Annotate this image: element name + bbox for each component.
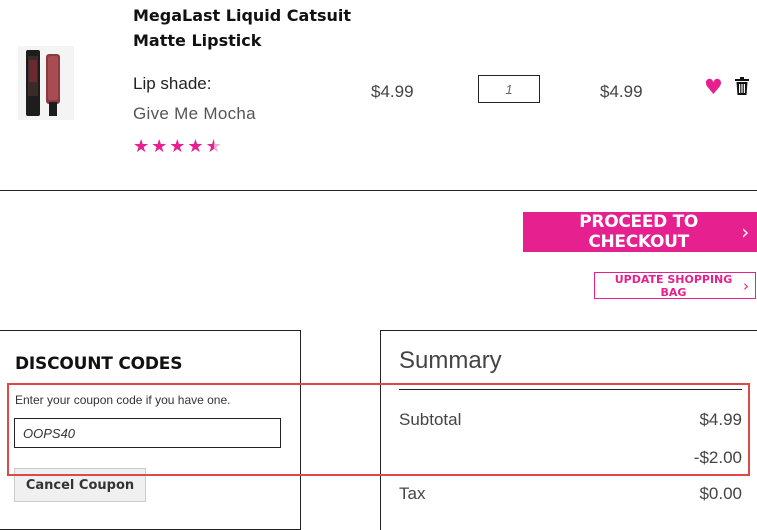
star-icon: ★ xyxy=(205,136,222,157)
product-name-line-2[interactable]: Matte Lipstick xyxy=(133,28,363,53)
lipstick-image xyxy=(26,50,60,116)
star-icon: ★ xyxy=(187,136,204,157)
chevron-right-icon: › xyxy=(741,220,749,244)
tax-label: Tax xyxy=(399,484,426,503)
shade-label: Lip shade: xyxy=(133,74,212,93)
update-label: UPDATE SHOPPING BAG xyxy=(614,272,733,299)
coupon-help-text: Enter your coupon code if you have one. xyxy=(15,393,231,407)
proceed-to-checkout-button[interactable]: PROCEED TO CHECKOUT › xyxy=(523,212,757,252)
cancel-coupon-button[interactable]: Cancel Coupon xyxy=(14,468,146,502)
summary-divider xyxy=(399,389,742,390)
tax-value: $0.00 xyxy=(699,484,742,503)
summary-title: Summary xyxy=(399,347,502,374)
quantity-input[interactable] xyxy=(478,75,540,103)
product-name[interactable]: MegaLast Liquid Catsuit Matte Lipstick xyxy=(133,3,363,53)
chevron-right-icon: › xyxy=(743,276,749,295)
star-icon: ★ xyxy=(151,136,168,157)
coupon-code-input[interactable] xyxy=(14,418,281,448)
subtotal-value: $4.99 xyxy=(699,410,742,429)
checkout-label: PROCEED TO CHECKOUT xyxy=(579,212,699,252)
subtotal-label: Subtotal xyxy=(399,410,462,429)
unit-price: $4.99 xyxy=(371,82,414,101)
discount-codes-title: DISCOUNT CODES xyxy=(15,354,183,374)
star-icon: ★ xyxy=(169,136,186,157)
heart-icon[interactable]: ♥ xyxy=(704,75,723,99)
product-thumbnail[interactable] xyxy=(18,46,74,120)
line-total: $4.99 xyxy=(600,82,643,101)
product-name-line-1[interactable]: MegaLast Liquid Catsuit xyxy=(133,3,363,28)
discount-value: -$2.00 xyxy=(693,448,742,467)
star-icon: ★ xyxy=(133,136,150,157)
row-divider xyxy=(0,190,757,191)
trash-icon[interactable] xyxy=(735,77,749,100)
shade-value: Give Me Mocha xyxy=(133,104,256,123)
rating-stars: ★ ★ ★ ★ ★ xyxy=(133,137,222,157)
update-shopping-bag-button[interactable]: UPDATE SHOPPING BAG › xyxy=(594,272,756,299)
